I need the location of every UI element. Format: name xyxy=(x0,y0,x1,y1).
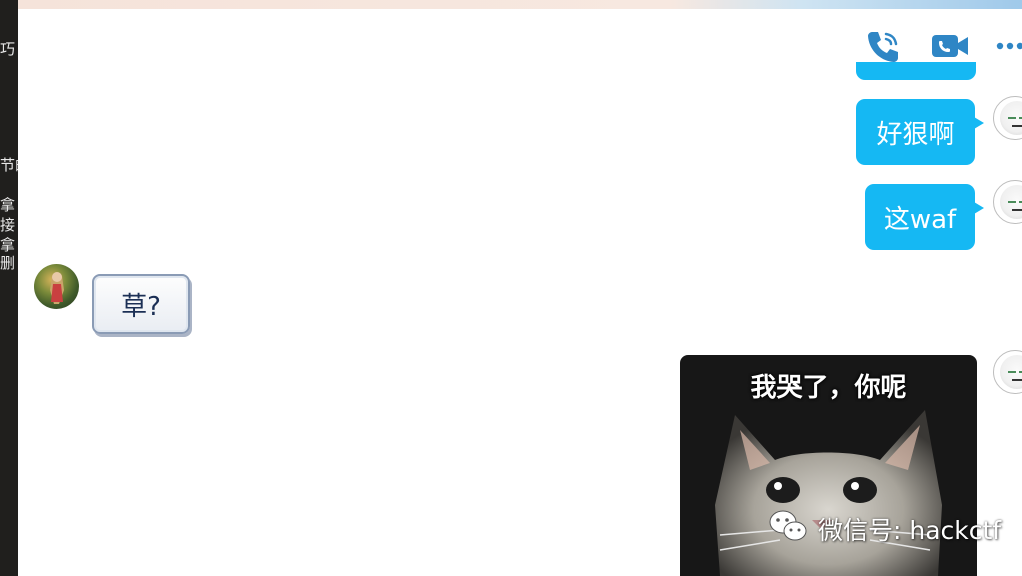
wechat-icon xyxy=(768,509,808,549)
top-banner xyxy=(18,0,1022,9)
message-text: 草? xyxy=(121,291,161,322)
message-text: 好狠啊 xyxy=(876,119,955,150)
message-bubble-outgoing[interactable]: 这waf xyxy=(865,184,984,250)
left-panel-clipped: 巧 节的 拿 接 拿 删 xyxy=(0,0,18,576)
message-bubble-outgoing[interactable]: 好狠啊 xyxy=(856,99,984,165)
my-avatar[interactable] xyxy=(993,180,1022,224)
clipped-text: 删 xyxy=(0,254,16,272)
contact-avatar[interactable] xyxy=(34,264,79,309)
clipped-text: 拿 xyxy=(0,236,16,254)
my-avatar[interactable] xyxy=(993,96,1022,140)
clipped-text: 节的 xyxy=(0,156,18,174)
clipped-text: 巧 xyxy=(0,40,16,58)
phone-icon[interactable] xyxy=(864,28,902,64)
message-bubble-incoming[interactable]: 草? xyxy=(92,274,190,334)
my-avatar[interactable] xyxy=(993,350,1022,394)
clipped-text: 接 xyxy=(0,216,16,234)
watermark: 微信号: hackctf xyxy=(768,509,1002,549)
watermark-text: 微信号: hackctf xyxy=(818,516,1002,545)
more-icon[interactable] xyxy=(996,38,1022,52)
message-bubble-partial xyxy=(856,62,976,80)
sticker-caption: 我哭了，你呢 xyxy=(750,373,907,403)
video-call-icon[interactable] xyxy=(930,32,970,60)
clipped-text: 拿 xyxy=(0,196,16,214)
message-text: 这waf xyxy=(883,204,957,235)
